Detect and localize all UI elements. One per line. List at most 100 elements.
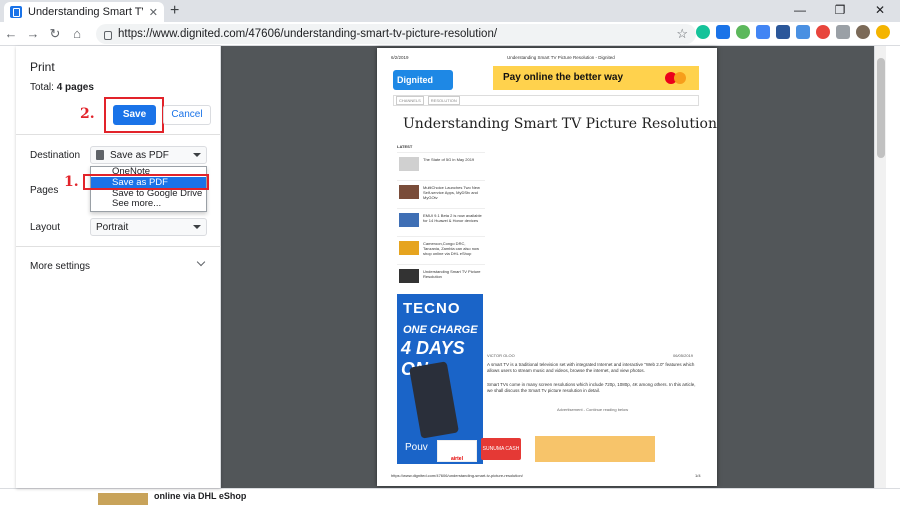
divider: [16, 246, 221, 247]
page-footer-url: https://www.dignited.com/47606/understan…: [391, 473, 523, 478]
tecno-line3: Pouv: [405, 442, 428, 453]
news-title: MultiChoice Launches Two New Self-servic…: [423, 185, 480, 200]
back-icon[interactable]: ←: [0, 26, 22, 41]
extension-icon[interactable]: [816, 25, 830, 39]
site-logo: Dignited: [393, 70, 453, 90]
step-1-label: 1.: [64, 174, 79, 190]
news-title: EMUI 9.1 Beta 2 is now available for 14 …: [423, 213, 482, 223]
pages-label: Pages: [30, 185, 59, 196]
total-pages: Total: 4 pages: [30, 82, 94, 93]
page-nav-strip: CHANNELS RESOLUTION: [393, 95, 699, 106]
news-title: The State of 5G in May 2019: [423, 157, 475, 162]
advert-label: Advertisement - Continue reading below: [557, 407, 629, 412]
restore-button[interactable]: ❐: [820, 0, 860, 22]
list-item: Cameroon,Congo DRC, Tanzania, Zambia can…: [397, 236, 485, 260]
article-author: VICTOR OLOO: [487, 353, 515, 358]
layout-value: Portrait: [96, 221, 129, 233]
close-window-button[interactable]: ✕: [860, 0, 900, 22]
site-favicon-icon: [10, 6, 22, 18]
home-icon[interactable]: ⌂: [66, 26, 88, 41]
total-value: 4 pages: [56, 82, 94, 93]
translate-extension-icon[interactable]: [756, 25, 770, 39]
article-title: Understanding Smart TV Picture Resolutio…: [403, 116, 717, 132]
scrollbar-thumb[interactable]: [877, 58, 885, 158]
minimize-button[interactable]: —: [780, 0, 820, 22]
background-page: online via DHL eShop: [0, 488, 900, 506]
article-paragraph: A smart TV is a traditional television s…: [487, 362, 695, 373]
list-item: Understanding Smart TV Picture Resolutio…: [397, 264, 485, 288]
page-number: 1/4: [695, 473, 701, 478]
list-item: MultiChoice Launches Two New Self-servic…: [397, 180, 485, 204]
sunuma-ad: SUNUMA CASH: [481, 438, 521, 460]
tab-close-icon[interactable]: ✕: [149, 6, 158, 19]
window-controls: — ❐ ✕: [780, 0, 900, 22]
article-paragraph: Smart TVs come in many screen resolution…: [487, 382, 696, 393]
print-settings-panel: Print Total: 4 pages Save Cancel 2. Dest…: [16, 46, 221, 488]
cancel-button[interactable]: Cancel: [163, 105, 211, 125]
promo-image: [535, 436, 655, 462]
nav-tab: CHANNELS: [396, 96, 424, 105]
chevron-down-icon: [193, 225, 201, 229]
list-item: The State of 5G in May 2019: [397, 152, 485, 176]
preview-page: 6/2/2019 Understanding Smart TV Picture …: [377, 48, 717, 486]
article-date: 06/05/2019: [673, 353, 694, 358]
banner-ad-text: Pay online the better way: [503, 72, 624, 83]
address-bar[interactable]: https://www.dignited.com/47606/understan…: [96, 24, 696, 44]
chevron-down-icon: [193, 153, 201, 157]
reload-icon[interactable]: ↻: [44, 26, 66, 42]
more-settings-label[interactable]: More settings: [30, 261, 90, 272]
news-thumbnail: [399, 185, 419, 199]
document-icon: [96, 150, 104, 160]
news-thumbnail: [399, 157, 419, 171]
page-header-title: Understanding Smart TV Picture Resolutio…: [507, 55, 615, 60]
destination-select[interactable]: Save as PDF: [90, 146, 207, 164]
airtel-logo: airtel: [437, 440, 477, 462]
option-see-more[interactable]: See more...: [91, 199, 206, 209]
latest-label: LATEST: [397, 144, 413, 149]
tecno-ad: TECNO ONE CHARGE 4 DAYS ON Pouv: [397, 294, 483, 464]
extension-icon[interactable]: [716, 25, 730, 39]
step-2-label: 2.: [80, 106, 95, 122]
destination-value: Save as PDF: [110, 149, 169, 161]
list-item: EMUI 9.1 Beta 2 is now available for 14 …: [397, 208, 485, 232]
print-title: Print: [30, 60, 55, 74]
tab-title: Understanding Smart TV Picture: [28, 6, 143, 18]
tecno-brand: TECNO: [403, 300, 461, 317]
news-thumbnail: [399, 213, 419, 227]
preview-scrollbar[interactable]: [874, 46, 886, 488]
lock-icon: [104, 30, 112, 40]
page-date: 6/2/2019: [391, 55, 409, 60]
layout-select[interactable]: Portrait: [90, 218, 207, 236]
forward-icon[interactable]: →: [22, 26, 44, 41]
background-thumbnail: [98, 493, 148, 505]
url-text: https://www.dignited.com/47606/understan…: [118, 28, 498, 40]
browser-toolbar: ← → ↻ ⌂ https://www.dignited.com/47606/u…: [0, 22, 900, 46]
pdf-highlight-box: [83, 174, 209, 190]
save-button[interactable]: Save: [113, 105, 156, 125]
grammarly-extension-icon[interactable]: [696, 25, 710, 39]
background-snippet: online via DHL eShop: [154, 491, 247, 501]
card-logos-icon: [665, 72, 693, 84]
chevron-down-icon[interactable]: [196, 257, 206, 267]
nav-tab: RESOLUTION: [427, 96, 460, 105]
new-tab-button[interactable]: +: [170, 2, 179, 20]
news-title: Cameroon,Congo DRC, Tanzania, Zambia can…: [423, 241, 480, 256]
layout-label: Layout: [30, 222, 61, 233]
news-thumbnail: [399, 269, 419, 283]
news-thumbnail: [399, 241, 419, 255]
bookmark-star-icon[interactable]: ☆: [676, 26, 688, 42]
word-extension-icon[interactable]: [776, 25, 790, 39]
update-icon[interactable]: [876, 25, 890, 39]
evernote-extension-icon[interactable]: [736, 25, 750, 39]
tab-bar: Understanding Smart TV Picture ✕ + — ❐ ✕: [0, 0, 900, 22]
banner-ad: Pay online the better way: [493, 66, 699, 90]
extensions-puzzle-icon[interactable]: [836, 25, 850, 39]
tecno-line1: ONE CHARGE: [403, 324, 478, 336]
extension-icon[interactable]: [796, 25, 810, 39]
avatar[interactable]: [856, 25, 870, 39]
news-title: Understanding Smart TV Picture Resolutio…: [423, 269, 481, 279]
total-label: Total:: [30, 82, 54, 93]
browser-tab[interactable]: Understanding Smart TV Picture ✕: [4, 2, 164, 22]
extensions-bar: [696, 25, 890, 39]
divider: [16, 134, 221, 135]
